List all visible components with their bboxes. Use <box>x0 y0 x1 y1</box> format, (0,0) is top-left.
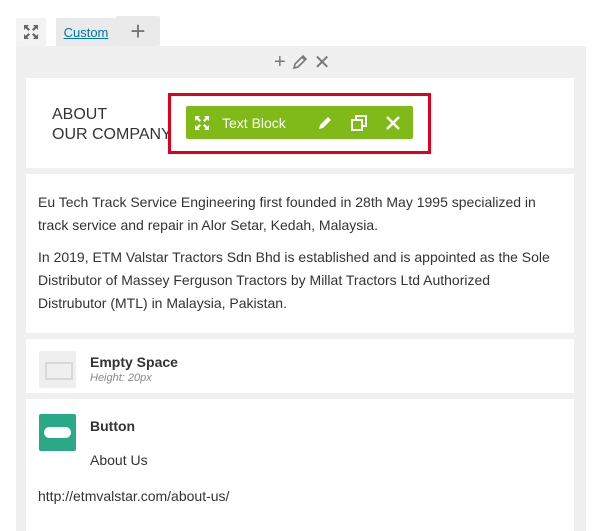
expand-icon-graphic <box>24 25 38 39</box>
text-paragraph-2: In 2019, ETM Valstar Tractors Sdn Bhd is… <box>38 249 550 311</box>
pencil-icon <box>319 116 331 129</box>
edit-element-button[interactable] <box>308 106 342 139</box>
empty-space-height: Height: 20px <box>90 372 152 384</box>
move-icon-graphic <box>195 115 209 130</box>
element-name: Text Block <box>222 114 286 131</box>
button-element-title: Button <box>90 418 136 434</box>
column-controls: + ✕ <box>274 50 330 74</box>
tab-custom[interactable]: Custom <box>56 18 116 46</box>
pencil-icon[interactable] <box>292 54 308 70</box>
delete-element-button[interactable] <box>376 106 410 139</box>
empty-space-title: Empty Space <box>90 354 178 370</box>
button-element-block[interactable]: Button About Us http://etmvalstar.com/ab… <box>26 399 574 531</box>
plus-icon[interactable]: + <box>274 51 286 74</box>
clone-element-button[interactable] <box>342 106 376 139</box>
move-icon[interactable] <box>186 115 218 131</box>
close-icon <box>386 115 400 130</box>
button-element-icon <box>39 414 76 451</box>
about-heading-line1: ABOUT <box>52 106 108 123</box>
clone-icon <box>351 114 367 131</box>
about-heading-line2: OUR COMPANY <box>52 126 172 143</box>
button-element-url: http://etmvalstar.com/about-us/ <box>38 488 230 504</box>
tab-custom-label[interactable]: Custom <box>64 25 109 40</box>
empty-space-icon <box>39 351 76 388</box>
about-heading: ABOUT OUR COMPANY <box>52 105 172 145</box>
close-icon[interactable]: ✕ <box>314 50 331 75</box>
button-element-label: About Us <box>90 452 148 468</box>
empty-space-block[interactable]: Empty Space Height: 20px <box>26 339 574 393</box>
tab-bar: Custom + <box>0 0 600 46</box>
text-block[interactable]: Eu Tech Track Service Engineering first … <box>26 174 574 333</box>
plus-icon: + <box>130 16 146 46</box>
expand-icon[interactable] <box>16 18 46 46</box>
element-controls-bar: Text Block <box>186 106 413 139</box>
add-tab-button[interactable]: + <box>116 16 160 46</box>
text-paragraph-1: Eu Tech Track Service Engineering first … <box>38 194 536 233</box>
